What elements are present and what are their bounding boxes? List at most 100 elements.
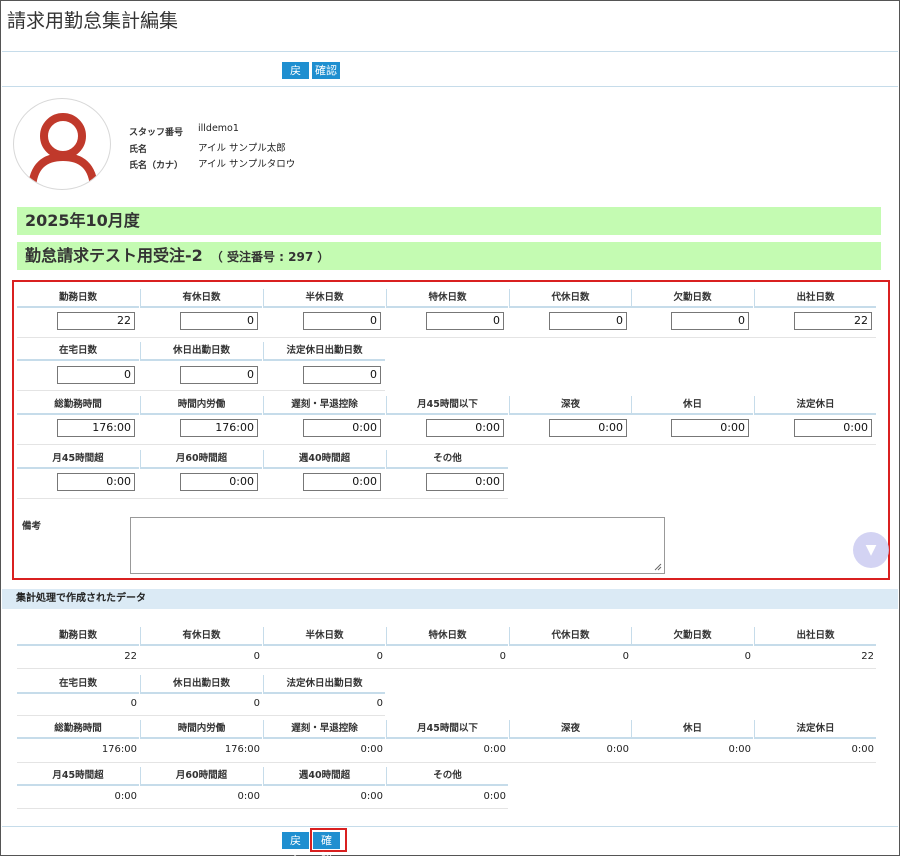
edit-value-input[interactable]: 0:00: [794, 419, 872, 437]
edit-value-input[interactable]: 0: [303, 312, 381, 330]
aggregated-value: 0: [253, 651, 260, 662]
edit-value-input[interactable]: 176:00: [57, 419, 135, 437]
aggregated-column-header: 総勤務時間: [17, 720, 139, 739]
aggregated-section-title: 集計処理で作成されたデータ: [2, 589, 898, 609]
confirm-button-bottom[interactable]: 確認: [313, 832, 340, 856]
edit-value-input[interactable]: 0:00: [303, 419, 381, 437]
back-button-bottom[interactable]: 戻る: [282, 832, 309, 856]
aggregated-value: 22: [861, 651, 874, 662]
edit-column-header: 半休日数: [263, 289, 385, 308]
aggregated-value: 0: [130, 698, 137, 709]
edit-value-input[interactable]: 22: [794, 312, 872, 330]
edit-column-header: 休日出勤日数: [140, 342, 262, 361]
edit-column-header: 深夜: [509, 396, 631, 415]
aggregated-value: 0:00: [728, 744, 751, 755]
period-bar: 2025年10月度: [17, 207, 881, 235]
staff-kana-label: 氏名（カナ）: [129, 161, 184, 171]
row-separator: [17, 762, 876, 763]
aggregated-value: 0: [499, 651, 506, 662]
row-separator: [17, 715, 385, 716]
order-name: 勤怠請求テスト用受注-2: [25, 246, 203, 265]
aggregated-column-header: 出社日数: [754, 627, 876, 646]
aggregated-value: 0:00: [360, 791, 383, 802]
aggregated-column-header: 深夜: [509, 720, 631, 739]
edit-value-input[interactable]: 0:00: [426, 473, 504, 491]
edit-column-header: 時間内労働: [140, 396, 262, 415]
divider: [2, 826, 898, 827]
edit-column-header: 法定休日: [754, 396, 876, 415]
edit-value-input[interactable]: 0: [549, 312, 627, 330]
edit-value-input[interactable]: 176:00: [180, 419, 258, 437]
edit-column-header: 有休日数: [140, 289, 262, 308]
edit-column-header: 月45時間以下: [386, 396, 508, 415]
edit-column-header: 在宅日数: [17, 342, 139, 361]
edit-column-header: 週40時間超: [263, 450, 385, 469]
order-number: （ 受注番号 : 297 ）: [210, 250, 330, 264]
edit-value-input[interactable]: 0: [426, 312, 504, 330]
divider: [2, 51, 898, 52]
edit-column-header: 月60時間超: [140, 450, 262, 469]
period-label: 2025年10月度: [25, 211, 140, 230]
edit-column-header: 遅刻・早退控除: [263, 396, 385, 415]
note-label: 備考: [22, 521, 42, 532]
aggregated-column-header: 勤務日数: [17, 627, 139, 646]
scroll-down-icon[interactable]: ▼: [853, 532, 889, 568]
row-separator: [17, 808, 508, 809]
edit-value-input[interactable]: 0:00: [57, 473, 135, 491]
edit-value-input[interactable]: 0:00: [303, 473, 381, 491]
edit-value-input[interactable]: 0: [57, 366, 135, 384]
divider: [2, 86, 898, 87]
resize-grip-icon[interactable]: [654, 563, 662, 571]
edit-column-header: 総勤務時間: [17, 396, 139, 415]
aggregated-column-header: 有休日数: [140, 627, 262, 646]
aggregated-column-header: その他: [386, 767, 508, 786]
order-bar: 勤怠請求テスト用受注-2 （ 受注番号 : 297 ）: [17, 242, 881, 270]
back-button-top[interactable]: 戻る: [282, 62, 309, 94]
aggregated-column-header: 代休日数: [509, 627, 631, 646]
row-separator: [17, 337, 876, 338]
aggregated-value: 0:00: [360, 744, 383, 755]
edit-value-input[interactable]: 0: [303, 366, 381, 384]
row-separator: [17, 498, 508, 499]
aggregated-value: 22: [124, 651, 137, 662]
aggregated-column-header: 週40時間超: [263, 767, 385, 786]
edit-column-header: 出社日数: [754, 289, 876, 308]
edit-column-header: 月45時間超: [17, 450, 139, 469]
note-textarea[interactable]: [130, 517, 665, 574]
aggregated-value: 176:00: [224, 744, 260, 755]
row-separator: [17, 444, 876, 445]
edit-column-header: 代休日数: [509, 289, 631, 308]
aggregated-value: 0: [744, 651, 751, 662]
aggregated-column-header: 半休日数: [263, 627, 385, 646]
aggregated-column-header: 休日: [631, 720, 753, 739]
staff-number-value: illdemo1: [198, 123, 239, 134]
aggregated-value: 0:00: [851, 744, 874, 755]
edit-column-header: 勤務日数: [17, 289, 139, 308]
confirm-button-top[interactable]: 確認: [312, 62, 340, 79]
staff-kana-value: アイル サンプルタロウ: [198, 159, 296, 170]
edit-column-header: 欠勤日数: [631, 289, 753, 308]
aggregated-column-header: 特休日数: [386, 627, 508, 646]
aggregated-value: 0:00: [483, 744, 506, 755]
aggregated-value: 0: [376, 698, 383, 709]
edit-value-input[interactable]: 0:00: [671, 419, 749, 437]
aggregated-column-header: 在宅日数: [17, 675, 139, 694]
edit-column-header: その他: [386, 450, 508, 469]
edit-value-input[interactable]: 0: [671, 312, 749, 330]
edit-value-input[interactable]: 0:00: [180, 473, 258, 491]
edit-value-input[interactable]: 0: [180, 366, 258, 384]
edit-value-input[interactable]: 0:00: [426, 419, 504, 437]
edit-column-header: 特休日数: [386, 289, 508, 308]
aggregated-column-header: 月45時間以下: [386, 720, 508, 739]
staff-name-value: アイル サンプル太郎: [198, 143, 286, 154]
staff-name-label: 氏名: [129, 145, 148, 155]
user-silhouette-icon: [13, 98, 111, 190]
edit-value-input[interactable]: 0: [180, 312, 258, 330]
aggregated-column-header: 欠勤日数: [631, 627, 753, 646]
aggregated-column-header: 法定休日出勤日数: [263, 675, 385, 694]
aggregated-column-header: 法定休日: [754, 720, 876, 739]
row-separator: [17, 668, 876, 669]
edit-value-input[interactable]: 0:00: [549, 419, 627, 437]
aggregated-value: 0: [376, 651, 383, 662]
edit-value-input[interactable]: 22: [57, 312, 135, 330]
